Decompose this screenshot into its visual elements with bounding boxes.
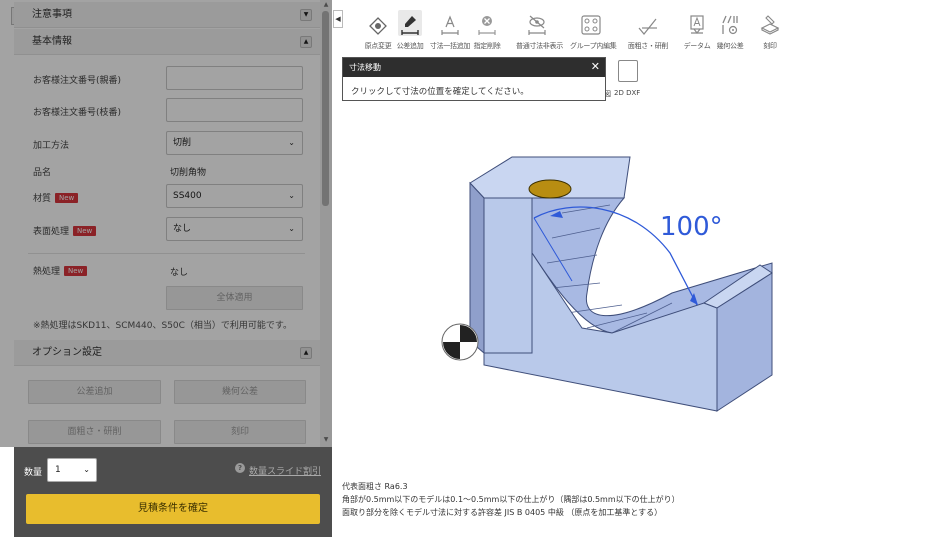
surface-label: 表面処理 New <box>33 224 97 237</box>
scroll-up-icon[interactable]: ▲ <box>321 1 331 8</box>
note-corner: 角部が0.5mm以下のモデルは0.1～0.5mm以下の仕上がり（隅部は0.5mm… <box>342 495 680 504</box>
notes-section-header[interactable]: 注意事項 ▼ <box>14 2 320 28</box>
quantity-value: 1 <box>55 465 61 475</box>
item-name-label: 品名 <box>33 168 52 178</box>
note-tolerance: 面取り部分を除くモデル寸法に対する許容差 JIS B 0405 中級 （原点を加… <box>342 508 663 517</box>
angle-dimension-label[interactable]: 100° <box>660 212 723 242</box>
basic-section-title: 基本情報 <box>32 36 72 47</box>
quantity-discount-link[interactable]: 数量スライド割引 <box>249 464 321 477</box>
panel-scrollbar[interactable]: ▲ ▼ <box>320 0 332 447</box>
geometric-tolerance-icon <box>718 10 742 36</box>
tool-delete-spec[interactable]: 指定削除 <box>466 10 508 51</box>
settings-panel: ▶ 注意事項 ▼ 基本情報 ▲ お客様注文番号(親番) お客様注文番号(枝番) … <box>0 0 332 537</box>
heat-label-text: 熱処理 <box>33 267 61 277</box>
part-model <box>441 156 773 412</box>
panel-collapse-handle[interactable]: ◀ <box>333 10 343 28</box>
divider <box>28 253 305 254</box>
surface-label-text: 表面処理 <box>33 227 70 237</box>
material-value: SS400 <box>173 191 202 201</box>
new-badge: New <box>73 226 97 236</box>
tool-geometric-tolerance[interactable]: 幾何公差 <box>709 10 751 51</box>
process-label: 加工方法 <box>33 141 70 151</box>
tool-dimension-add-label: 公差追加 <box>396 42 424 50</box>
options-section-title: オプション設定 <box>32 347 102 358</box>
process-value: 切削 <box>173 138 192 148</box>
tool-hide-dimension[interactable]: 普通寸法非表示 <box>516 10 563 51</box>
chevron-down-icon: ⌄ <box>288 191 295 200</box>
tool-engrave[interactable]: 刻印 <box>749 10 791 51</box>
roughness-button[interactable]: 面粗さ・研削 <box>28 420 161 444</box>
chevron-up-icon[interactable]: ▲ <box>300 347 312 359</box>
surface-value: なし <box>173 224 192 234</box>
order-sub-input[interactable] <box>166 98 303 122</box>
model-viewer[interactable]: 100° <box>432 143 792 428</box>
popup-title: 寸法移動 <box>343 58 605 77</box>
chevron-down-icon: ⌄ <box>288 224 295 233</box>
tool-hide-dimension-label: 普通寸法非表示 <box>516 42 563 50</box>
tool-group-edit-label: グループ内編集 <box>570 42 617 50</box>
heat-label: 熱処理 New <box>33 264 88 277</box>
tool-delete-spec-label: 指定削除 <box>473 42 501 50</box>
tool-roughness[interactable]: 面粗さ・研削 <box>627 10 669 51</box>
geometric-tolerance-button[interactable]: 幾何公差 <box>174 380 306 404</box>
tolerance-add-button[interactable]: 公差追加 <box>28 380 161 404</box>
export-dxf-label: 2D DXF <box>614 89 641 97</box>
spec-notes: 代表面粗さ Ra6.3 角部が0.5mm以下のモデルは0.1～0.5mm以下の仕… <box>342 480 680 519</box>
notes-section-title: 注意事項 <box>32 9 72 20</box>
quantity-select[interactable]: 1 ⌄ <box>47 458 97 482</box>
chevron-up-icon[interactable]: ▲ <box>300 36 312 48</box>
item-name-value: 切削角物 <box>170 168 207 178</box>
heat-value: なし <box>170 268 189 278</box>
process-select[interactable]: 切削 ⌄ <box>166 131 303 155</box>
order-main-label: お客様注文番号(親番) <box>33 76 122 86</box>
bulk-dimension-icon <box>438 10 462 36</box>
group-edit-icon <box>579 10 603 36</box>
engrave-button[interactable]: 刻印 <box>174 420 306 444</box>
chevron-down-icon: ⌄ <box>288 138 295 147</box>
dimension-add-icon <box>398 10 422 36</box>
popup-message: クリックして寸法の位置を確定してください。 <box>351 87 529 97</box>
tool-roughness-label: 面粗さ・研削 <box>627 42 669 50</box>
options-section-header[interactable]: オプション設定 ▲ <box>14 340 320 366</box>
confirm-quote-button[interactable]: 見積条件を確定 <box>26 494 320 524</box>
quantity-label: 数量 <box>24 468 43 478</box>
hide-dimension-icon <box>525 10 549 36</box>
scroll-down-icon[interactable]: ▼ <box>321 436 331 443</box>
origin-icon <box>366 10 390 36</box>
tool-bulk-dimension-label: 寸法一括追加 <box>429 42 471 50</box>
new-badge: New <box>64 266 88 276</box>
engrave-icon <box>758 10 782 36</box>
close-icon[interactable]: ✕ <box>591 60 600 74</box>
dimension-move-popup: 寸法移動 ✕ クリックして寸法の位置を確定してください。 <box>342 57 606 101</box>
scrollbar-thumb[interactable] <box>322 11 329 206</box>
quote-footer: 数量 1 ⌄ ? 数量スライド割引 見積条件を確定 <box>14 447 332 537</box>
roughness-icon <box>636 10 660 36</box>
heat-treatment-note: ※熱処理はSKD11、SCM440、S50C（相当）で利用可能です。 <box>33 321 293 331</box>
surface-select[interactable]: なし ⌄ <box>166 217 303 241</box>
export-dxf-button[interactable] <box>618 60 638 82</box>
chevron-down-icon: ⌄ <box>83 465 90 474</box>
delete-spec-icon <box>475 10 499 36</box>
chevron-down-icon[interactable]: ▼ <box>300 9 312 21</box>
bulk-apply-button[interactable]: 全体適用 <box>166 286 303 310</box>
note-roughness: 代表面粗さ Ra6.3 <box>342 482 408 491</box>
document-icon <box>618 60 638 82</box>
new-badge: New <box>55 193 79 203</box>
datum-icon <box>685 10 709 36</box>
order-main-input[interactable] <box>166 66 303 90</box>
material-label-text: 材質 <box>33 194 52 204</box>
tool-bulk-dimension[interactable]: 寸法一括追加 <box>429 10 471 51</box>
material-select[interactable]: SS400 ⌄ <box>166 184 303 208</box>
tool-dimension-add[interactable]: 公差追加 <box>389 10 431 51</box>
tool-geometric-tolerance-label: 幾何公差 <box>716 42 744 50</box>
order-sub-label: お客様注文番号(枝番) <box>33 108 122 118</box>
tool-group-edit[interactable]: グループ内編集 <box>570 10 617 51</box>
basic-section-header[interactable]: 基本情報 ▲ <box>14 29 320 55</box>
help-icon[interactable]: ? <box>235 463 245 473</box>
material-label: 材質 New <box>33 191 79 204</box>
tool-engrave-label: 刻印 <box>763 42 777 50</box>
